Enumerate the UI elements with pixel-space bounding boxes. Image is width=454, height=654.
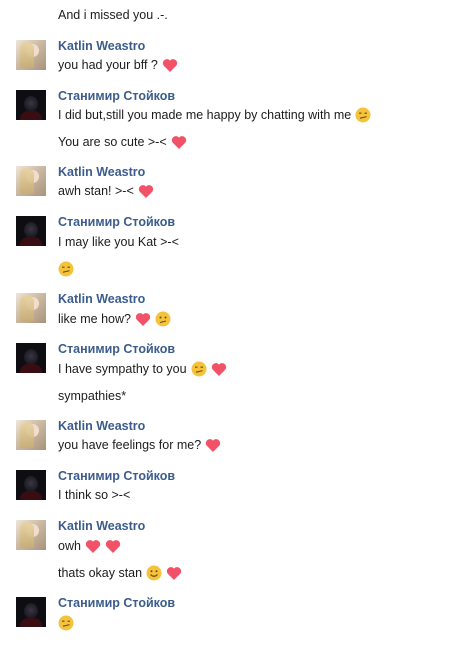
- heart-icon: [211, 362, 226, 376]
- heart-icon: [135, 312, 151, 326]
- avatar-katlin[interactable]: [16, 420, 46, 450]
- smirk-emoji-icon: [58, 261, 74, 277]
- message-text: I think so >-<: [58, 488, 131, 502]
- sender-name-katlin[interactable]: Katlin Weastro: [58, 164, 145, 180]
- confused-emoji-icon: [155, 311, 171, 327]
- message-text: like me how?: [58, 310, 171, 328]
- message-emoji: [58, 260, 74, 278]
- avatar-katlin[interactable]: [16, 293, 46, 323]
- avatar-stanimir[interactable]: [16, 343, 46, 373]
- message-text: you have feelings for me?: [58, 436, 221, 454]
- message-text: And i missed you .-.: [58, 8, 168, 22]
- heart-icon: [85, 539, 101, 553]
- sender-name-stanimir[interactable]: Станимир Стойков: [58, 595, 175, 611]
- sender-name-katlin[interactable]: Katlin Weastro: [58, 418, 145, 434]
- heart-icon: [162, 58, 177, 72]
- smirk-emoji-icon: [355, 107, 371, 123]
- message-text: owh: [58, 537, 121, 555]
- heart-icon: [171, 135, 186, 149]
- avatar-stanimir[interactable]: [16, 90, 46, 120]
- avatar-stanimir[interactable]: [16, 597, 46, 627]
- avatar-stanimir[interactable]: [16, 470, 46, 500]
- smirk-emoji-icon: [58, 615, 74, 631]
- message-text: awh stan! >-<: [58, 182, 154, 200]
- sender-name-stanimir[interactable]: Станимир Стойков: [58, 214, 175, 230]
- message-text: you had your bff ?: [58, 56, 178, 74]
- avatar-katlin[interactable]: [16, 520, 46, 550]
- heart-icon: [138, 184, 153, 198]
- heart-icon: [205, 438, 221, 452]
- heart-icon: [105, 539, 121, 553]
- avatar-katlin[interactable]: [16, 40, 46, 70]
- message-text: sympathies*: [58, 389, 127, 403]
- avatar-katlin[interactable]: [16, 166, 46, 196]
- message-text: I did but,still you made me happy by cha…: [58, 106, 371, 124]
- smile-emoji-icon: [146, 565, 162, 581]
- sender-name-katlin[interactable]: Katlin Weastro: [58, 38, 145, 54]
- message-text: thats okay stan: [58, 564, 182, 582]
- avatar-stanimir[interactable]: [16, 216, 46, 246]
- sender-name-katlin[interactable]: Katlin Weastro: [58, 518, 145, 534]
- message-text: You are so cute >-<: [58, 133, 187, 151]
- smirk-emoji-icon: [191, 361, 207, 377]
- message-emoji: [58, 614, 74, 632]
- sender-name-stanimir[interactable]: Станимир Стойков: [58, 88, 175, 104]
- sender-name-stanimir[interactable]: Станимир Стойков: [58, 468, 175, 484]
- message-text: I have sympathy to you: [58, 360, 227, 378]
- sender-name-stanimir[interactable]: Станимир Стойков: [58, 341, 175, 357]
- sender-name-katlin[interactable]: Katlin Weastro: [58, 291, 145, 307]
- heart-icon: [166, 566, 182, 580]
- message-text: I may like you Kat >-<: [58, 235, 179, 249]
